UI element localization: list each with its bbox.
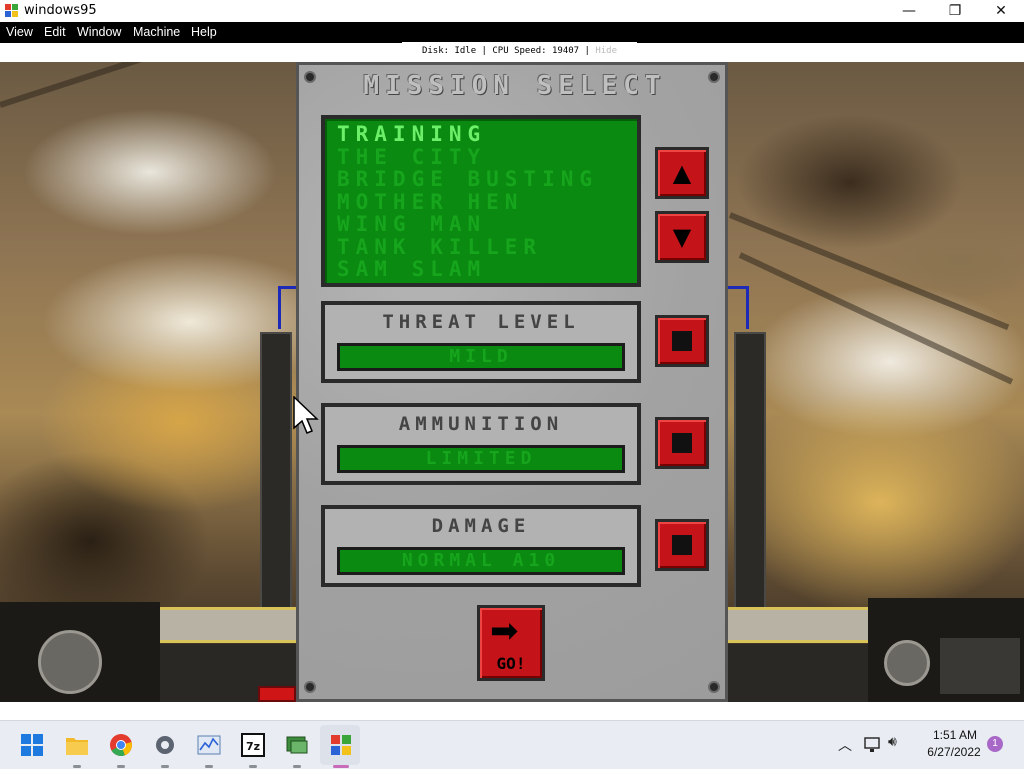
scroll-down-button[interactable]: ▼	[655, 211, 709, 263]
square-icon	[672, 331, 692, 351]
menu-window[interactable]: Window	[77, 25, 121, 39]
panel-title: MISSION SELECT	[363, 71, 667, 101]
damage-box: DAMAGE NORMAL A10	[321, 505, 641, 587]
ammunition-button[interactable]	[655, 417, 709, 469]
window-title: windows95	[24, 3, 97, 18]
ammunition-label: AMMUNITION	[398, 413, 564, 435]
notification-badge[interactable]: 1	[987, 736, 1003, 752]
menu-help[interactable]: Help	[191, 25, 217, 39]
svg-text:7z: 7z	[246, 740, 260, 753]
ammunition-value: LIMITED	[337, 445, 625, 473]
rivet-icon	[304, 681, 316, 693]
damage-value: NORMAL A10	[337, 547, 625, 575]
maximize-button[interactable]: ❐	[932, 0, 978, 22]
arrow-right-icon: ➡	[490, 611, 519, 651]
settings-icon[interactable]	[153, 733, 177, 757]
mission-list: TRAINING THE CITY BRIDGE BUSTING MOTHER …	[321, 115, 641, 287]
gauge-icon	[38, 630, 102, 694]
close-button[interactable]: ✕	[978, 0, 1024, 22]
cockpit-pillar-left	[260, 332, 292, 616]
cockpit-display	[940, 638, 1020, 694]
menu-bar: View Edit Window Machine Help	[0, 22, 1024, 43]
menu-edit[interactable]: Edit	[44, 25, 66, 39]
cockpit-rail-left	[150, 607, 300, 643]
square-icon	[672, 433, 692, 453]
restore-icon: ❐	[948, 3, 962, 19]
title-bar: windows95 — ❐ ✕	[0, 0, 1024, 22]
mission-item[interactable]: TANK KILLER	[337, 235, 637, 259]
menu-machine[interactable]: Machine	[133, 25, 180, 39]
mission-item[interactable]: TRAINING	[337, 123, 637, 146]
network-icon[interactable]	[864, 737, 882, 753]
ammunition-box: AMMUNITION LIMITED	[321, 403, 641, 485]
rivet-icon	[708, 681, 720, 693]
cockpit-pillar-right	[734, 332, 766, 616]
performance-monitor-icon[interactable]	[197, 733, 221, 757]
clock-time[interactable]: 1:51 AM	[920, 728, 990, 742]
windows95-app-icon	[5, 4, 18, 17]
status-text: Disk: Idle | CPU Speed: 19407 |	[421, 46, 596, 56]
mission-item[interactable]: BRIDGE BUSTING	[337, 168, 637, 191]
go-button[interactable]: ➡ GO!	[477, 605, 545, 681]
mouse-cursor-icon	[293, 396, 319, 434]
cockpit-rail-right	[726, 607, 876, 643]
threat-level-button[interactable]	[655, 315, 709, 367]
mission-select-panel: MISSION SELECT TRAINING THE CITY BRIDGE …	[296, 62, 728, 702]
app-icon[interactable]	[285, 733, 309, 757]
chevron-up-icon[interactable]: ︿	[838, 735, 852, 755]
arrow-up-icon: ▲	[672, 159, 692, 187]
warning-light	[258, 686, 296, 702]
file-explorer-icon[interactable]	[65, 733, 89, 757]
gauge-icon	[884, 640, 930, 686]
go-label: GO!	[496, 654, 526, 673]
mission-item[interactable]: MOTHER HEN	[337, 190, 637, 214]
threat-level-box: THREAT LEVEL MILD	[321, 301, 641, 383]
taskbar: 7z ︿ 🔊︎	[0, 720, 1024, 769]
minimize-button[interactable]: —	[886, 0, 932, 22]
terrain-streak	[0, 62, 239, 108]
close-icon: ✕	[995, 3, 1007, 19]
start-icon[interactable]	[20, 733, 44, 757]
mission-item[interactable]: SAM SLAM	[337, 258, 637, 281]
arrow-down-icon: ▼	[672, 223, 692, 251]
mission-item[interactable]: WING MAN	[337, 213, 637, 236]
volume-icon[interactable]: 🔊︎	[888, 734, 897, 750]
scroll-up-button[interactable]: ▲	[655, 147, 709, 199]
clock-date[interactable]: 6/27/2022	[916, 745, 992, 759]
damage-button[interactable]	[655, 519, 709, 571]
menu-view[interactable]: View	[6, 25, 33, 39]
hide-status-link[interactable]: Hide	[595, 46, 617, 56]
chrome-icon[interactable]	[109, 733, 133, 757]
mission-item[interactable]: THE CITY	[337, 145, 637, 169]
7zip-icon[interactable]: 7z	[241, 733, 265, 757]
cockpit-panel-right	[726, 644, 868, 702]
windows95-icon[interactable]	[329, 733, 353, 757]
emulator-status-bar: Disk: Idle | CPU Speed: 19407 | Hide	[402, 42, 637, 60]
threat-level-value: MILD	[337, 343, 625, 371]
minimize-icon: —	[902, 3, 916, 19]
square-icon	[672, 535, 692, 555]
threat-level-label: THREAT LEVEL	[382, 311, 580, 333]
damage-label: DAMAGE	[431, 515, 531, 537]
